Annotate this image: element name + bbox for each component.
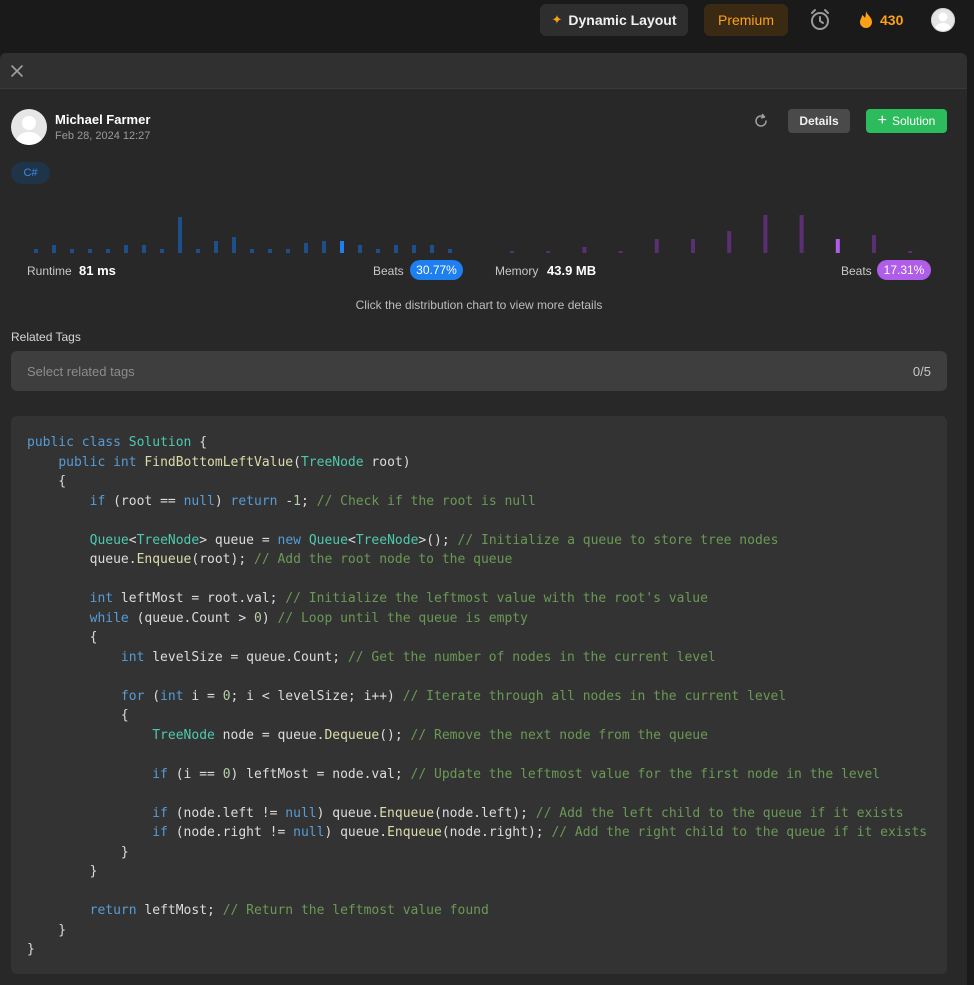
memory-bar-10[interactable] bbox=[872, 235, 876, 253]
runtime-bar-7[interactable] bbox=[160, 249, 164, 253]
memory-bar-11[interactable] bbox=[908, 251, 913, 253]
memory-bar-7[interactable] bbox=[763, 215, 768, 253]
runtime-bar-8[interactable] bbox=[178, 217, 182, 253]
memory-bar-4[interactable] bbox=[654, 239, 659, 253]
runtime-bar-18[interactable] bbox=[358, 245, 362, 253]
language-tag: C# bbox=[11, 162, 50, 184]
memory-bar-3[interactable] bbox=[618, 251, 623, 253]
streak-count[interactable]: 430 bbox=[880, 12, 903, 28]
memory-beats-label: Beats bbox=[841, 264, 872, 278]
memory-bar-6[interactable] bbox=[727, 231, 732, 253]
submission-date: Feb 28, 2024 12:27 bbox=[55, 130, 151, 142]
details-button[interactable]: Details bbox=[788, 109, 850, 133]
code-block[interactable]: public class Solution { public int FindB… bbox=[11, 416, 947, 974]
code-content: public class Solution { public int FindB… bbox=[27, 435, 928, 957]
user-icon bbox=[15, 116, 43, 145]
runtime-bar-20[interactable] bbox=[394, 245, 398, 253]
runtime-label: Runtime bbox=[27, 264, 72, 278]
distribution-chart[interactable] bbox=[0, 203, 967, 255]
submission-panel: Michael Farmer Feb 28, 2024 12:27 Detail… bbox=[0, 53, 967, 985]
chart-hint: Click the distribution chart to view mor… bbox=[355, 298, 603, 312]
runtime-bar-6[interactable] bbox=[142, 245, 146, 253]
runtime-bar-3[interactable] bbox=[88, 249, 92, 253]
runtime-value: 81 ms bbox=[79, 263, 116, 278]
memory-bar-9[interactable] bbox=[835, 239, 840, 253]
user-avatar[interactable] bbox=[931, 8, 955, 32]
premium-button[interactable]: Premium bbox=[704, 4, 788, 36]
memory-bar-0[interactable] bbox=[510, 251, 514, 253]
author-avatar[interactable] bbox=[11, 109, 47, 145]
memory-bar-8[interactable] bbox=[799, 215, 804, 253]
runtime-bar-10[interactable] bbox=[214, 241, 218, 253]
runtime-bar-2[interactable] bbox=[70, 249, 74, 253]
runtime-bar-4[interactable] bbox=[106, 249, 110, 253]
runtime-bar-16[interactable] bbox=[322, 241, 326, 253]
related-tags-select[interactable]: Select related tags 0/5 bbox=[11, 351, 947, 391]
runtime-bar-0[interactable] bbox=[34, 249, 38, 253]
panel-header bbox=[0, 53, 967, 89]
runtime-bar-14[interactable] bbox=[286, 249, 290, 253]
runtime-beats-label: Beats bbox=[373, 264, 404, 278]
refresh-icon[interactable] bbox=[753, 113, 769, 129]
runtime-bar-9[interactable] bbox=[196, 249, 200, 253]
runtime-bar-17[interactable] bbox=[340, 241, 344, 253]
runtime-bar-15[interactable] bbox=[304, 243, 308, 253]
runtime-bar-11[interactable] bbox=[232, 237, 236, 253]
premium-label: Premium bbox=[717, 12, 774, 28]
memory-bar-1[interactable] bbox=[546, 251, 551, 253]
runtime-bar-13[interactable] bbox=[268, 249, 272, 253]
top-navbar: ✦ Dynamic Layout Premium 430 bbox=[0, 0, 974, 44]
runtime-bar-19[interactable] bbox=[376, 249, 380, 253]
flame-icon bbox=[860, 11, 872, 28]
memory-label: Memory bbox=[495, 264, 539, 278]
related-tags-placeholder: Select related tags bbox=[27, 364, 135, 379]
memory-value: 43.9 MB bbox=[547, 263, 597, 278]
related-tags-label: Related Tags bbox=[11, 330, 81, 344]
plus-icon: + bbox=[877, 112, 887, 129]
memory-beats-badge: 17.31% bbox=[877, 260, 931, 280]
dynamic-layout-button[interactable]: ✦ Dynamic Layout bbox=[540, 4, 688, 36]
runtime-bar-23[interactable] bbox=[448, 249, 452, 253]
close-icon[interactable] bbox=[10, 64, 24, 78]
solution-label: Solution bbox=[891, 114, 936, 128]
related-tags-count: 0/5 bbox=[912, 364, 931, 379]
alarm-clock-icon[interactable] bbox=[808, 8, 832, 32]
sparkle-icon: ✦ bbox=[551, 12, 563, 27]
author-name[interactable]: Michael Farmer bbox=[55, 112, 150, 127]
runtime-bar-21[interactable] bbox=[412, 245, 416, 253]
dynamic-layout-label: Dynamic Layout bbox=[568, 12, 677, 28]
runtime-bar-1[interactable] bbox=[52, 245, 56, 253]
solution-button[interactable]: + Solution bbox=[866, 109, 947, 133]
runtime-bar-12[interactable] bbox=[250, 249, 254, 253]
memory-bar-2[interactable] bbox=[582, 247, 587, 253]
memory-bar-5[interactable] bbox=[691, 239, 695, 253]
user-icon bbox=[931, 8, 955, 32]
runtime-beats-badge: 30.77% bbox=[410, 260, 463, 280]
runtime-bar-22[interactable] bbox=[430, 245, 434, 253]
runtime-bar-5[interactable] bbox=[124, 245, 128, 253]
